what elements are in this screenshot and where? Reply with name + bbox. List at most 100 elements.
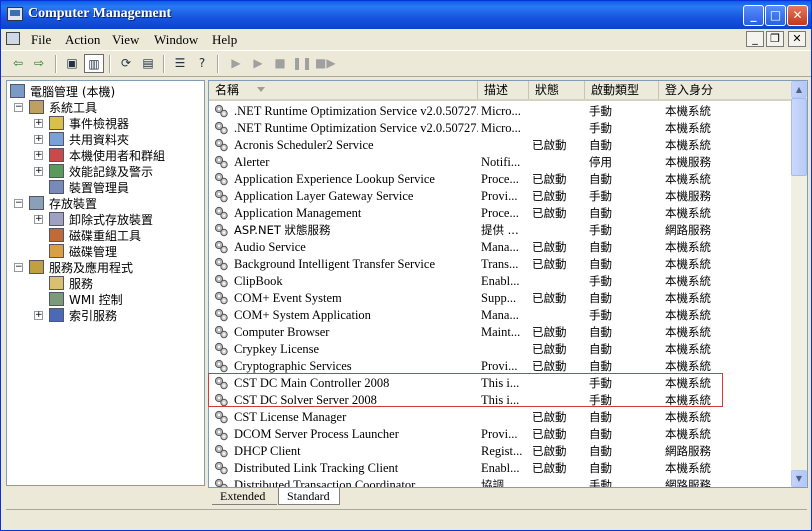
- service-name: ASP.NET 狀態服務: [234, 223, 331, 237]
- expand-icon[interactable]: +: [34, 311, 43, 320]
- play-icon[interactable]: ▶: [248, 54, 268, 73]
- close-button[interactable]: ✕: [787, 5, 808, 26]
- scroll-thumb[interactable]: [791, 98, 807, 176]
- service-description: Micro...: [481, 104, 521, 118]
- table-row[interactable]: COM+ Event System Supp... 已啟動 自動 本機系統: [209, 290, 791, 307]
- mdi-minimize-button[interactable]: _: [746, 31, 764, 47]
- tab-standard[interactable]: Standard: [278, 488, 340, 505]
- menu-window[interactable]: Window: [154, 32, 198, 48]
- tree-node-icon: [49, 164, 64, 178]
- column-header-startup-type[interactable]: 啟動類型: [585, 81, 659, 99]
- service-description: Provi...: [481, 189, 518, 203]
- maximize-button[interactable]: □: [765, 5, 786, 26]
- service-name: .NET Runtime Optimization Service v2.0.5…: [234, 104, 478, 118]
- table-row[interactable]: CST License Manager 已啟動 自動 本機系統: [209, 409, 791, 426]
- table-row[interactable]: CST DC Main Controller 2008 This i... 手動 本機…: [209, 375, 791, 392]
- column-header-status[interactable]: 狀態: [529, 81, 585, 99]
- refresh-icon[interactable]: ⟳: [116, 54, 136, 73]
- mdi-close-button[interactable]: ✕: [788, 31, 806, 47]
- expand-icon[interactable]: +: [34, 167, 43, 176]
- service-name: .NET Runtime Optimization Service v2.0.5…: [234, 121, 478, 135]
- table-row[interactable]: .NET Runtime Optimization Service v2.0.5…: [209, 120, 791, 137]
- tree-node-label: 卸除式存放裝置: [69, 213, 154, 227]
- expand-icon[interactable]: +: [34, 135, 43, 144]
- menu-view[interactable]: View: [112, 32, 139, 48]
- service-status: 已啟動: [532, 359, 567, 373]
- table-row[interactable]: ClipBook Enabl... 手動 本機系統: [209, 273, 791, 290]
- mdi-restore-button[interactable]: ❐: [766, 31, 784, 47]
- column-header-name[interactable]: 名稱: [209, 81, 478, 99]
- menu-action[interactable]: Action: [65, 32, 100, 48]
- menu-help[interactable]: Help: [212, 32, 237, 48]
- table-row[interactable]: COM+ System Application Mana... 手動 本機系統: [209, 307, 791, 324]
- table-row[interactable]: Distributed Link Tracking Client Enabl...…: [209, 460, 791, 477]
- table-row[interactable]: Application Layer Gateway Service Provi..…: [209, 188, 791, 205]
- forward-arrow-icon[interactable]: ⇨: [29, 54, 49, 73]
- service-status: [532, 307, 586, 324]
- scroll-down-button[interactable]: ▼: [791, 470, 807, 487]
- table-row[interactable]: Application Experience Lookup Service Pro…: [209, 171, 791, 188]
- minimize-button[interactable]: _: [743, 5, 764, 26]
- service-name: Application Experience Lookup Service: [234, 172, 435, 186]
- service-name: Crypkey License: [234, 342, 320, 356]
- service-description: Mana...: [481, 308, 519, 322]
- service-log-on-as: 本機系統: [665, 138, 711, 152]
- table-row[interactable]: Audio Service Mana... 已啟動 自動 本機系統: [209, 239, 791, 256]
- vertical-scrollbar[interactable]: ▲ ▼: [791, 81, 807, 487]
- back-arrow-icon[interactable]: ⇦: [8, 54, 28, 73]
- collapse-icon[interactable]: −: [14, 199, 23, 208]
- table-row[interactable]: Alerter Notifi... 停用 本機服務: [209, 154, 791, 171]
- tree-node-label: 磁碟重組工具: [69, 229, 142, 243]
- service-gear-icon: [214, 257, 228, 271]
- menu-file[interactable]: File: [31, 32, 51, 48]
- service-gear-icon: [214, 240, 228, 254]
- service-gear-icon: [214, 478, 228, 487]
- service-description: Enabl...: [481, 274, 520, 288]
- collapse-icon[interactable]: −: [14, 103, 23, 112]
- service-gear-icon: [214, 291, 228, 305]
- stop-service-icon[interactable]: ■: [270, 54, 290, 73]
- service-startup-type: 自動: [589, 257, 612, 271]
- restart-service-icon[interactable]: ■▶: [315, 54, 336, 73]
- service-description: Trans...: [481, 257, 519, 271]
- scroll-up-button[interactable]: ▲: [791, 81, 807, 98]
- title-bar[interactable]: Computer Management _ □ ✕: [1, 1, 811, 29]
- services-list: 名稱 描述 狀態 啟動類型 登入身分 .NET Runtime Optimiza…: [208, 80, 808, 488]
- table-row[interactable]: Computer Browser Maint... 已啟動 自動 本機系統: [209, 324, 791, 341]
- table-row[interactable]: CST DC Solver Server 2008 This i... 手動 本機系統: [209, 392, 791, 409]
- tree-node-icon: [49, 244, 64, 258]
- table-row[interactable]: Application Management Proce... 已啟動 自動 本機系統: [209, 205, 791, 222]
- table-row[interactable]: ASP.NET 狀態服務 提供 ... 手動 網路服務: [209, 222, 791, 239]
- tree-node-label: 服務及應用程式: [49, 261, 134, 275]
- expand-icon[interactable]: +: [34, 119, 43, 128]
- tab-extended[interactable]: Extended: [212, 488, 277, 505]
- table-row[interactable]: Acronis Scheduler2 Service 已啟動 自動 本機系統: [209, 137, 791, 154]
- service-status: 已啟動: [532, 291, 567, 305]
- column-header-description[interactable]: 描述: [478, 81, 529, 99]
- table-row[interactable]: DCOM Server Process Launcher Provi... 已啟動 自…: [209, 426, 791, 443]
- help-icon[interactable]: ?: [192, 54, 212, 73]
- show-hide-tree-icon[interactable]: ▥: [84, 54, 104, 73]
- service-description: Enabl...: [481, 461, 520, 475]
- export-list-icon[interactable]: ▤: [138, 54, 158, 73]
- pause-service-icon[interactable]: ❚❚: [292, 54, 312, 73]
- table-row[interactable]: .NET Runtime Optimization Service v2.0.5…: [209, 103, 791, 120]
- service-gear-icon: [214, 461, 228, 475]
- expand-icon[interactable]: +: [34, 151, 43, 160]
- column-header-log-on-as[interactable]: 登入身分: [659, 81, 791, 99]
- tree-node-icon: [49, 292, 64, 306]
- start-service-icon[interactable]: ▶: [226, 54, 246, 73]
- properties-icon[interactable]: ☰: [170, 54, 190, 73]
- table-row[interactable]: Background Intelligent Transfer Service T…: [209, 256, 791, 273]
- service-startup-type: 停用: [589, 155, 612, 169]
- service-gear-icon: [214, 121, 228, 135]
- table-row[interactable]: Distributed Transaction Coordinator 協調 ..…: [209, 477, 791, 487]
- mdi-child-icon[interactable]: [6, 32, 20, 45]
- table-row[interactable]: DHCP Client Regist... 已啟動 自動 網路服務: [209, 443, 791, 460]
- table-row[interactable]: Cryptographic Services Provi... 已啟動 自動 本機系統: [209, 358, 791, 375]
- table-row[interactable]: Crypkey License 已啟動 自動 本機系統: [209, 341, 791, 358]
- service-description: Micro...: [481, 121, 521, 135]
- expand-icon[interactable]: +: [34, 215, 43, 224]
- collapse-icon[interactable]: −: [14, 263, 23, 272]
- up-folder-icon[interactable]: ▣: [62, 54, 82, 73]
